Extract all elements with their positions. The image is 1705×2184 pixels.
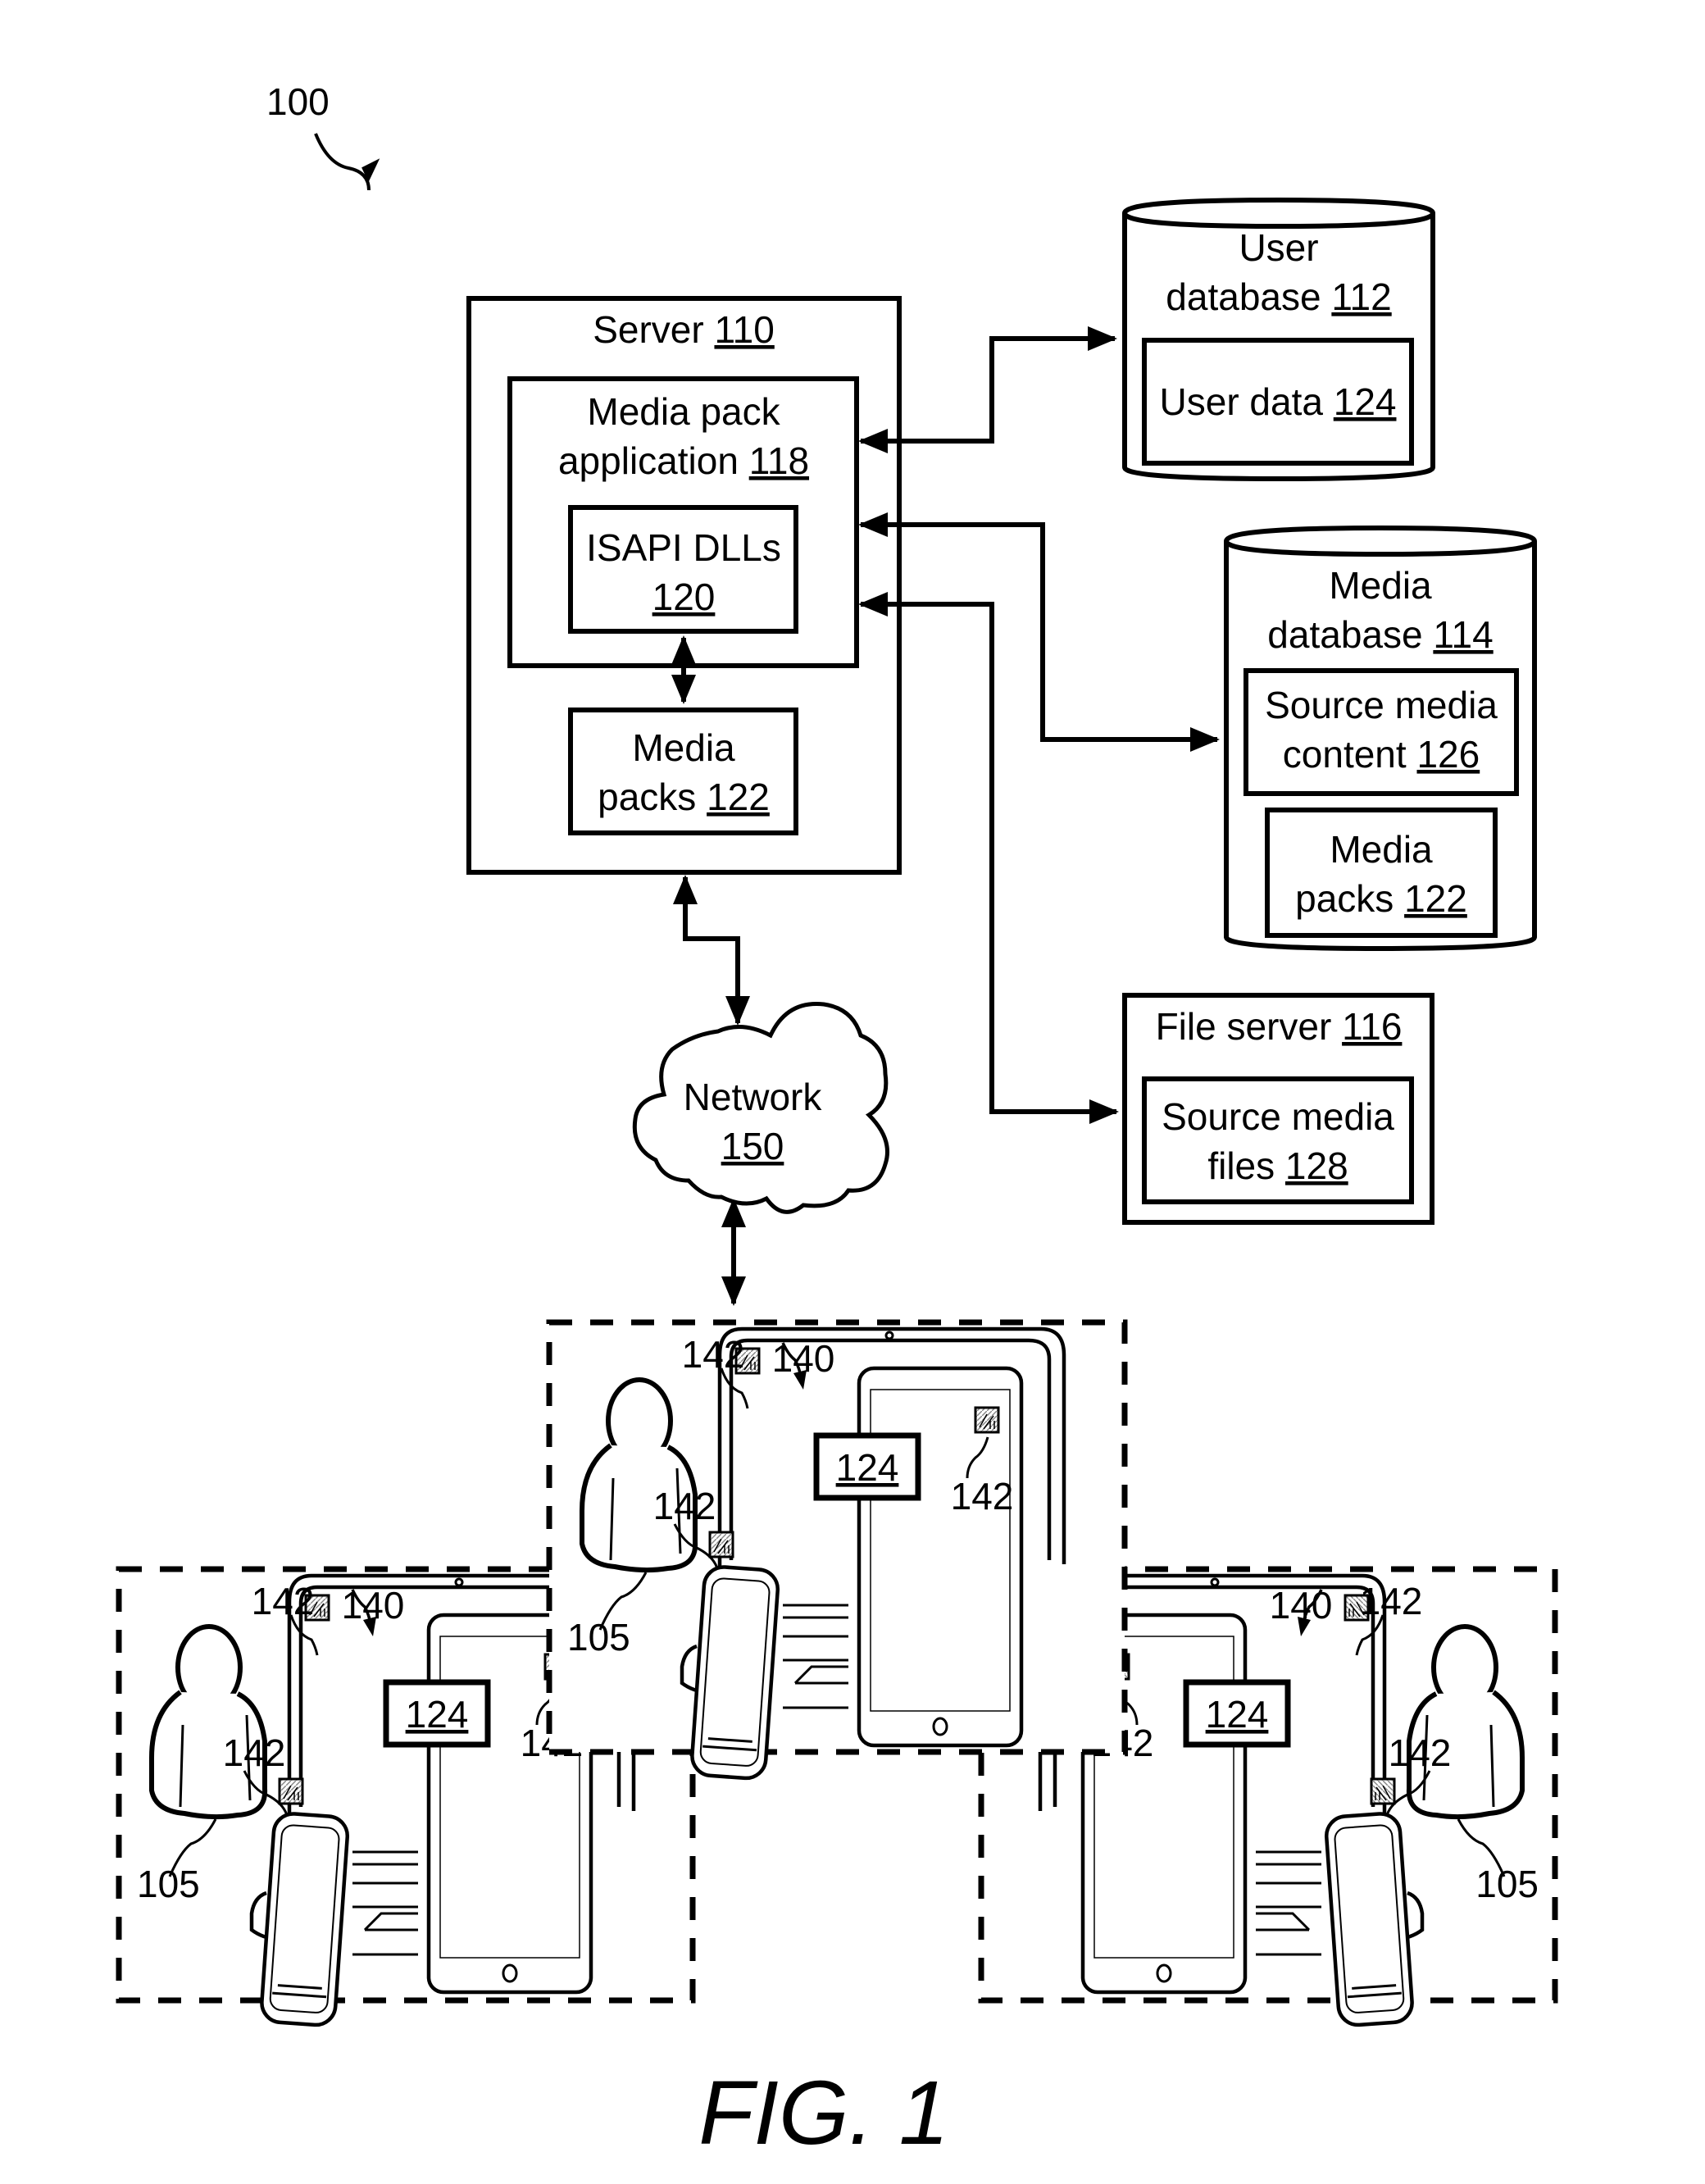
media-pack-application-line2: application — [558, 439, 739, 482]
svg-text:content 126: content 126 — [1283, 733, 1480, 776]
media-icon-phone — [1370, 1777, 1396, 1805]
media-database-cylinder: Media database 114 Source media content … — [1224, 525, 1537, 952]
network-cloud: Network 150 — [632, 1001, 889, 1214]
user-data-box: User data 124 — [1142, 338, 1414, 466]
media-icon-phone — [708, 1531, 734, 1558]
media-database-media-packs-box: Media packs 122 — [1265, 808, 1498, 938]
source-media-files-line1: Source media — [1162, 1095, 1394, 1138]
connector-server-network — [673, 875, 750, 1026]
phone-icon — [260, 1812, 350, 2027]
media-icon-ref-label-laptop: 142 — [1360, 1580, 1423, 1622]
user-ref-label: 105 — [567, 1616, 630, 1658]
reference-leader-line — [314, 133, 371, 191]
source-media-content-line1: Source media — [1265, 684, 1498, 726]
server-media-packs-line2: packs — [598, 776, 696, 818]
media-icon-ref-label-tablet: 142 — [951, 1475, 1014, 1517]
user-data-ref-label: 124 — [406, 1693, 469, 1736]
media-database-line2: database — [1267, 613, 1422, 656]
source-media-files-line2: files — [1207, 1144, 1275, 1187]
media-icon-phone — [278, 1777, 304, 1805]
patent-figure: 100 Server 110 Media pack application 11… — [116, 80, 1558, 2164]
media-database-ref: 114 — [1433, 613, 1493, 656]
source-media-files-box: Source media files 128 — [1142, 1076, 1414, 1204]
svg-text:packs 122: packs 122 — [598, 776, 770, 818]
media-icon-tablet — [974, 1406, 1000, 1434]
media-database-media-packs-ref: 122 — [1404, 877, 1467, 920]
isapi-dlls-label: ISAPI DLLs — [586, 526, 781, 569]
client-cluster-center: 105 140 142 142 142 124 — [546, 1319, 1128, 1781]
user-database-line2: database — [1166, 275, 1321, 318]
devices-ref-label: 140 — [342, 1584, 405, 1627]
svg-text:User data 12: User data 124 — [1160, 380, 1397, 423]
user-ref-label: 105 — [1475, 1863, 1539, 1905]
svg-text:application: application 118 — [558, 439, 809, 482]
media-database-line1: Media — [1329, 564, 1432, 607]
source-media-content-ref: 126 — [1416, 733, 1480, 776]
source-media-files-ref: 128 — [1285, 1144, 1348, 1187]
user-data-ref-label: 124 — [836, 1446, 899, 1489]
user-database-line1: User — [1239, 226, 1318, 269]
user-data-ref: 124 — [1334, 380, 1397, 423]
media-icon-ref-label-phone: 142 — [223, 1731, 286, 1774]
media-pack-application-box: Media pack application 118 ISAPI DLLs 12… — [507, 376, 859, 668]
media-pack-application-line1: Media pack — [587, 390, 780, 433]
reference-arrowhead-icon — [361, 158, 380, 183]
server-media-packs-line1: Media — [632, 726, 735, 769]
svg-text:Server 110: Server 110 — [593, 308, 775, 351]
file-server-ref: 116 — [1342, 1005, 1402, 1048]
media-database-media-packs-line1: Media — [1330, 828, 1433, 871]
network-ref: 150 — [721, 1125, 784, 1167]
devices-ref-label: 140 — [772, 1337, 835, 1380]
phone-icon — [1324, 1812, 1414, 2027]
figure-caption: FIG. 1 — [698, 2063, 949, 2164]
media-database-media-packs-line2: packs — [1295, 877, 1394, 920]
phone-icon — [690, 1565, 780, 1781]
source-media-content-box: Source media content 126 — [1244, 668, 1519, 796]
server-media-packs-ref: 122 — [707, 776, 770, 818]
media-icon-ref-label-phone: 142 — [653, 1485, 716, 1527]
user-database-cylinder: User database 112 User data 124 — [1122, 197, 1435, 482]
user-data-label: User data — [1160, 380, 1324, 423]
server-media-packs-box: Media packs 122 — [568, 708, 798, 835]
devices-ref-label: 140 — [1270, 1584, 1333, 1627]
media-pack-application-ref: 118 — [749, 439, 809, 482]
media-icon-ref-label-laptop: 142 — [682, 1333, 745, 1376]
isapi-dlls-ref: 120 — [652, 576, 716, 618]
media-icon-ref-label-phone: 142 — [1389, 1731, 1452, 1774]
server-box: Server 110 Media pack application 118 IS… — [466, 296, 902, 875]
network-label: Network — [684, 1076, 823, 1118]
svg-text:database 112: database 112 — [1166, 275, 1391, 318]
svg-text:File server 116: File server 116 — [1156, 1005, 1403, 1048]
svg-text:database 114: database 114 — [1267, 613, 1493, 656]
file-server-label: File server — [1156, 1005, 1332, 1048]
user-ref-label: 105 — [137, 1863, 200, 1905]
svg-text:files 128: files 128 — [1207, 1144, 1348, 1187]
server-ref: 110 — [714, 308, 774, 351]
figure-reference-number: 100 — [266, 80, 330, 123]
user-data-ref-label: 124 — [1206, 1693, 1269, 1736]
user-database-ref: 112 — [1331, 275, 1391, 318]
source-media-content-line2: content — [1283, 733, 1407, 776]
isapi-dlls-box: ISAPI DLLs 120 — [568, 505, 798, 634]
file-server-box: File server 116 Source media files 128 — [1122, 993, 1434, 1225]
media-icon-ref-label-laptop: 142 — [252, 1580, 315, 1622]
svg-text:packs 122: packs 122 — [1295, 877, 1467, 920]
connector-media-database — [858, 512, 1220, 752]
server-label: Server — [593, 308, 703, 351]
